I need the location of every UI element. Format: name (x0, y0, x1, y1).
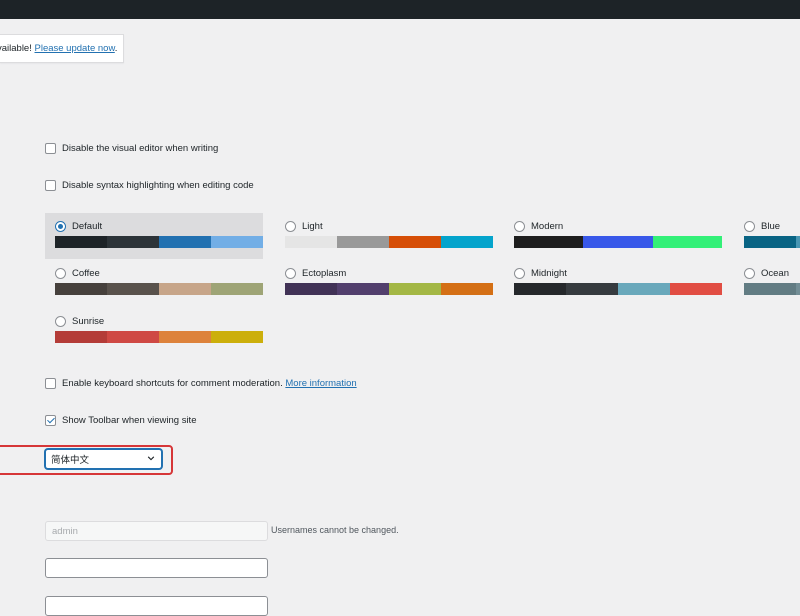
visual-editor-label: Disable the visual editor when writing (62, 143, 219, 154)
color-swatch (285, 236, 337, 248)
username-field (45, 521, 268, 541)
scheme-swatches (285, 283, 493, 295)
color-swatch (211, 236, 263, 248)
language-select[interactable]: 简体中文 (45, 449, 162, 469)
scheme-name: Modern (531, 220, 564, 232)
color-swatch (796, 283, 800, 295)
scheme-swatches (514, 236, 722, 248)
color-swatch (337, 283, 389, 295)
keyboard-shortcuts-checkbox[interactable] (45, 378, 56, 389)
color-scheme-ocean[interactable]: Ocean (734, 260, 800, 306)
color-swatch (652, 236, 722, 248)
update-notice: vailable! Please update now. (0, 34, 124, 63)
show-toolbar-option[interactable]: Show Toolbar when viewing site (45, 415, 196, 426)
color-scheme-ectoplasm[interactable]: Ectoplasm (275, 260, 493, 306)
update-notice-text: vailable! Please update now. (0, 43, 118, 54)
color-swatch (389, 283, 441, 295)
syntax-highlighting-option[interactable]: Disable syntax highlighting when editing… (45, 180, 254, 191)
language-selected-value: 简体中文 (51, 455, 90, 466)
color-swatch (566, 283, 618, 295)
syntax-highlighting-checkbox[interactable] (45, 180, 56, 191)
color-swatch (389, 236, 441, 248)
color-scheme-midnight[interactable]: Midnight (504, 260, 722, 306)
radio-icon[interactable] (55, 220, 66, 232)
radio-icon[interactable] (285, 267, 296, 279)
color-swatch (55, 331, 107, 343)
update-now-link[interactable]: Please update now (35, 43, 115, 54)
scheme-name: Sunrise (72, 315, 105, 327)
keyboard-shortcuts-option[interactable]: Enable keyboard shortcuts for comment mo… (45, 378, 357, 389)
color-swatch (159, 236, 211, 248)
color-swatch (618, 283, 670, 295)
more-information-link[interactable]: More information (285, 378, 356, 389)
color-swatch (744, 283, 796, 295)
color-swatch (211, 331, 263, 343)
scheme-swatches (55, 283, 263, 295)
color-swatch (159, 283, 211, 295)
keyboard-shortcuts-label: Enable keyboard shortcuts for comment mo… (62, 378, 283, 389)
scheme-name: Default (72, 220, 103, 232)
color-scheme-light[interactable]: Light (275, 213, 493, 259)
color-scheme-default[interactable]: Default (45, 213, 263, 259)
color-swatch (441, 283, 493, 295)
scheme-swatches (744, 236, 800, 248)
color-swatch (744, 236, 796, 248)
color-scheme-modern[interactable]: Modern (504, 213, 722, 259)
scheme-name: Ectoplasm (302, 267, 347, 279)
color-swatch (55, 236, 107, 248)
color-swatch (55, 283, 107, 295)
color-swatch (285, 283, 337, 295)
visual-editor-option[interactable]: Disable the visual editor when writing (45, 143, 218, 154)
scheme-swatches (285, 236, 493, 248)
color-swatch (107, 283, 159, 295)
color-swatch (107, 331, 159, 343)
scheme-swatches (744, 283, 800, 295)
syntax-highlighting-label: Disable syntax highlighting when editing… (62, 180, 254, 191)
admin-toolbar (0, 0, 800, 19)
last-name-field[interactable] (45, 596, 268, 616)
radio-icon[interactable] (514, 267, 525, 279)
radio-icon[interactable] (514, 220, 525, 232)
scheme-name: Coffee (72, 267, 100, 279)
radio-icon[interactable] (55, 315, 66, 327)
color-swatch (441, 236, 493, 248)
show-toolbar-label: Show Toolbar when viewing site (62, 415, 197, 426)
color-swatch (796, 236, 800, 248)
radio-icon[interactable] (744, 267, 755, 279)
scheme-name: Blue (761, 220, 781, 232)
color-swatch (583, 236, 653, 248)
color-scheme-coffee[interactable]: Coffee (45, 260, 263, 306)
color-swatch (670, 283, 722, 295)
color-swatch (337, 236, 389, 248)
scheme-swatches (55, 236, 263, 248)
username-description: Usernames cannot be changed. (271, 525, 399, 535)
radio-icon[interactable] (285, 220, 296, 232)
radio-icon[interactable] (744, 220, 755, 232)
scheme-name: Midnight (531, 267, 567, 279)
scheme-swatches (55, 331, 263, 343)
show-toolbar-checkbox[interactable] (45, 415, 56, 426)
scheme-name: Ocean (761, 267, 789, 279)
chevron-down-icon (147, 456, 155, 461)
color-swatch (514, 236, 584, 248)
color-swatch (159, 331, 211, 343)
scheme-name: Light (302, 220, 323, 232)
color-swatch (211, 283, 263, 295)
color-scheme-sunrise[interactable]: Sunrise (45, 308, 263, 354)
color-swatch (514, 283, 566, 295)
first-name-field[interactable] (45, 558, 268, 578)
visual-editor-checkbox[interactable] (45, 143, 56, 154)
color-swatch (107, 236, 159, 248)
color-scheme-blue[interactable]: Blue (734, 213, 800, 259)
scheme-swatches (514, 283, 722, 295)
radio-icon[interactable] (55, 267, 66, 279)
